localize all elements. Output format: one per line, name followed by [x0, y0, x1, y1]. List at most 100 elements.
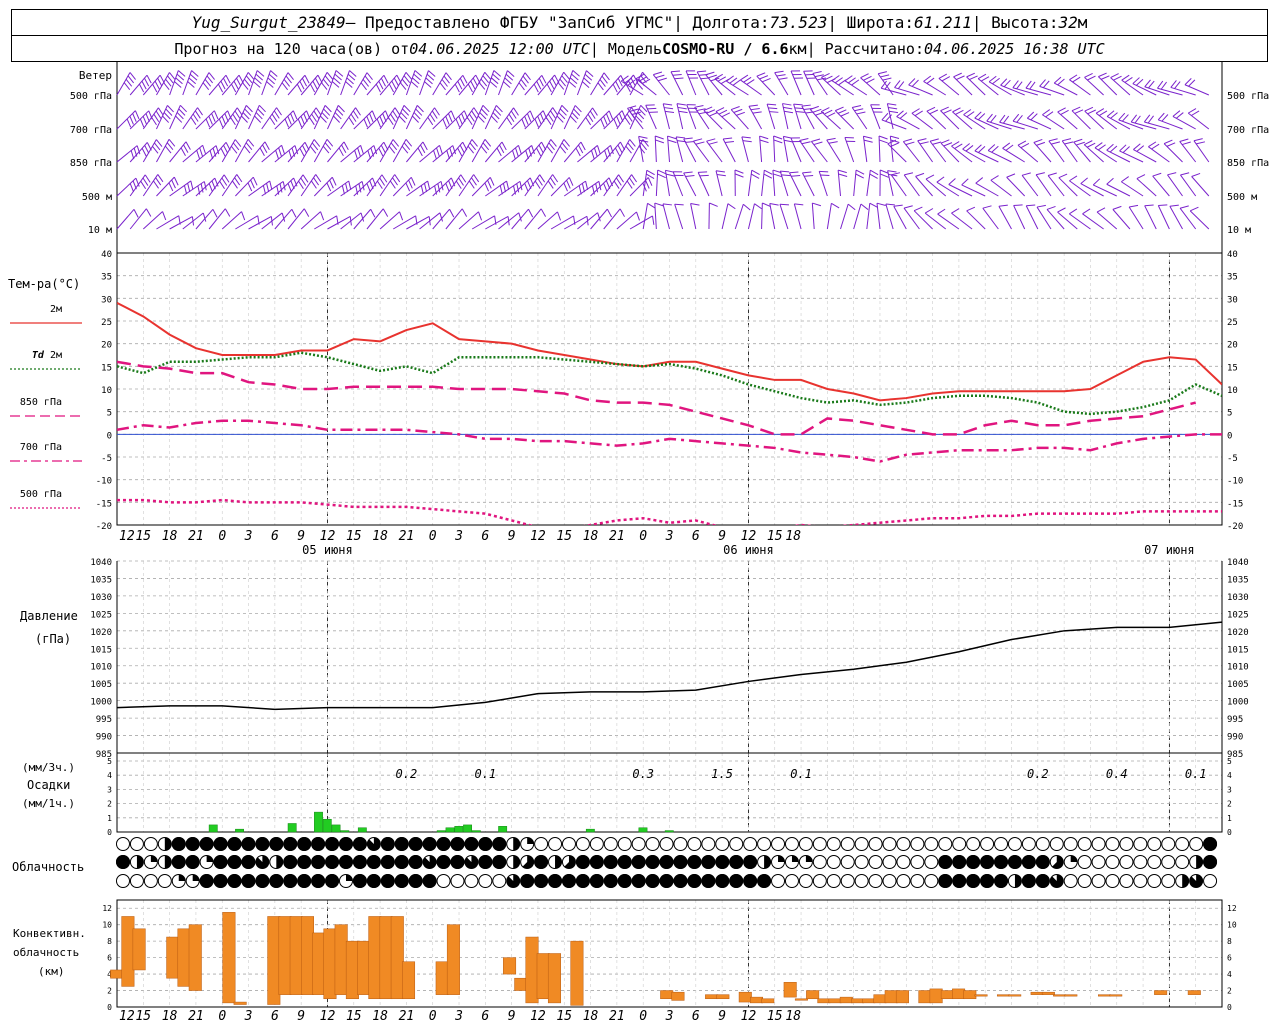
temperature-date-label: 05 июня	[302, 543, 353, 557]
wind-barb-feather	[717, 76, 727, 82]
wind-barb-feather	[153, 113, 160, 123]
wind-barb-feather	[963, 109, 972, 116]
wind-barb-feather	[596, 145, 601, 155]
cloud-cover-fill	[366, 855, 381, 869]
wind-barb-feather	[187, 183, 191, 193]
cloud-cover-fill	[185, 855, 200, 869]
wind-barb-feather	[287, 116, 292, 125]
wind-barb-feather	[810, 105, 819, 110]
wind-barb-staff	[629, 215, 653, 230]
wind-barb-feather	[863, 135, 873, 139]
wind-barb-staff	[577, 180, 600, 197]
convective-bar	[862, 998, 876, 1004]
cloud-cover-fill	[534, 855, 549, 869]
cloud-cover-icon	[659, 837, 674, 851]
precip-bar	[357, 827, 367, 833]
cloud-cover-fill	[241, 837, 256, 851]
temperature-date-label: 07 июня	[1144, 543, 1195, 557]
pressure-title: Давление	[20, 609, 78, 623]
wind-barb-feather	[929, 138, 939, 142]
cloud-cover-fill	[743, 874, 758, 888]
wind-barb-feather	[333, 77, 341, 85]
convective-tick-left: 0	[107, 1003, 112, 1012]
convective-bar	[536, 953, 550, 1000]
convective-bar	[929, 988, 943, 1004]
wind-barb-feather	[889, 110, 899, 114]
cloud-cover-fill	[555, 855, 562, 869]
wind-level-label-right: 700 гПа	[1227, 125, 1269, 136]
wind-barb-staff	[1069, 213, 1091, 230]
wind-barb-feather	[348, 180, 352, 190]
wind-barb-feather	[647, 177, 653, 186]
cloud-cover-fill	[478, 855, 493, 869]
wind-barb-feather	[844, 75, 853, 82]
temperature-hour-label: 6	[271, 529, 279, 544]
cloud-cover-icon	[757, 837, 772, 851]
cloud-cover-fill	[1070, 855, 1078, 862]
wind-barb-feather	[176, 73, 185, 81]
wind-barb-feather	[1158, 204, 1168, 206]
convective-tick-left: 2	[107, 987, 112, 996]
temperature-hour-label: 9	[297, 529, 305, 544]
wind-barb-feather	[352, 110, 359, 119]
wind-barb-feather	[541, 75, 547, 84]
wind-barb-feather	[502, 183, 507, 193]
convective-unit: (км)	[38, 965, 65, 978]
wind-barb-staff	[564, 215, 588, 230]
cloud-cover-fill	[325, 855, 340, 869]
cloud-cover-icon	[826, 855, 841, 869]
wind-barb-feather	[1057, 107, 1066, 113]
wind-barb-feather	[412, 77, 420, 85]
wind-barb-feather	[1062, 138, 1072, 142]
wind-barb-staff	[1013, 205, 1026, 230]
wind-barb-feather	[667, 135, 677, 140]
wind-barb-feather	[838, 79, 847, 86]
wind-barb-feather	[1029, 81, 1036, 90]
wind-barb-feather	[1042, 80, 1050, 88]
precip-tick-left: 1	[107, 814, 112, 823]
cloud-cover-icon	[617, 837, 632, 851]
wind-barb-staff	[458, 174, 475, 197]
wind-barb-feather	[1179, 205, 1189, 209]
wind-barb-feather	[866, 78, 875, 84]
wind-barb-feather	[123, 82, 131, 90]
wind-barb-feather	[301, 145, 308, 154]
wind-barb-feather	[383, 75, 389, 84]
cloud-cover-icon	[450, 874, 465, 888]
wind-barb-feather	[144, 174, 151, 183]
wind-barb-feather	[338, 147, 344, 157]
temperature-hour-label: 21	[399, 529, 415, 544]
wind-barb-feather	[537, 177, 543, 186]
wind-barb-feather	[169, 72, 176, 80]
cloud-cover-icon	[1049, 837, 1064, 851]
cloud-cover-icon	[157, 874, 172, 888]
wind-barb-feather	[392, 177, 398, 186]
cloud-cover-icon	[798, 874, 813, 888]
wind-barb-feather	[834, 77, 843, 84]
wind-barb-feather	[262, 185, 267, 195]
wind-barb-staff	[951, 212, 973, 230]
wind-barb-feather	[799, 138, 809, 141]
wind-barb-feather	[471, 110, 478, 119]
wind-barb-feather	[445, 183, 450, 192]
wind-barb-feather	[626, 113, 633, 122]
wind-barb-feather	[1080, 177, 1088, 184]
cloud-cover-fill	[478, 837, 493, 851]
convective-tick-right: 8	[1227, 937, 1232, 946]
wind-barb-feather	[355, 107, 361, 116]
wind-barb-feather	[168, 138, 176, 147]
wind-barb-feather	[125, 78, 133, 87]
wind-barb-feather	[693, 138, 703, 142]
wind-barb-staff	[730, 109, 749, 130]
wind-barb-staff	[590, 145, 611, 163]
wind-barb-feather	[264, 141, 270, 150]
wind-barb-feather	[1021, 172, 1031, 176]
wind-barb-feather	[145, 208, 152, 217]
wind-barb-feather	[566, 180, 571, 189]
cloud-cover-fill	[715, 855, 730, 869]
cloud-cover-fill	[276, 855, 283, 869]
cloud-cover-icon	[868, 837, 883, 851]
wind-barb-feather	[320, 82, 328, 90]
cloud-cover-icon	[1063, 874, 1078, 888]
wind-barb-feather	[999, 114, 1006, 123]
